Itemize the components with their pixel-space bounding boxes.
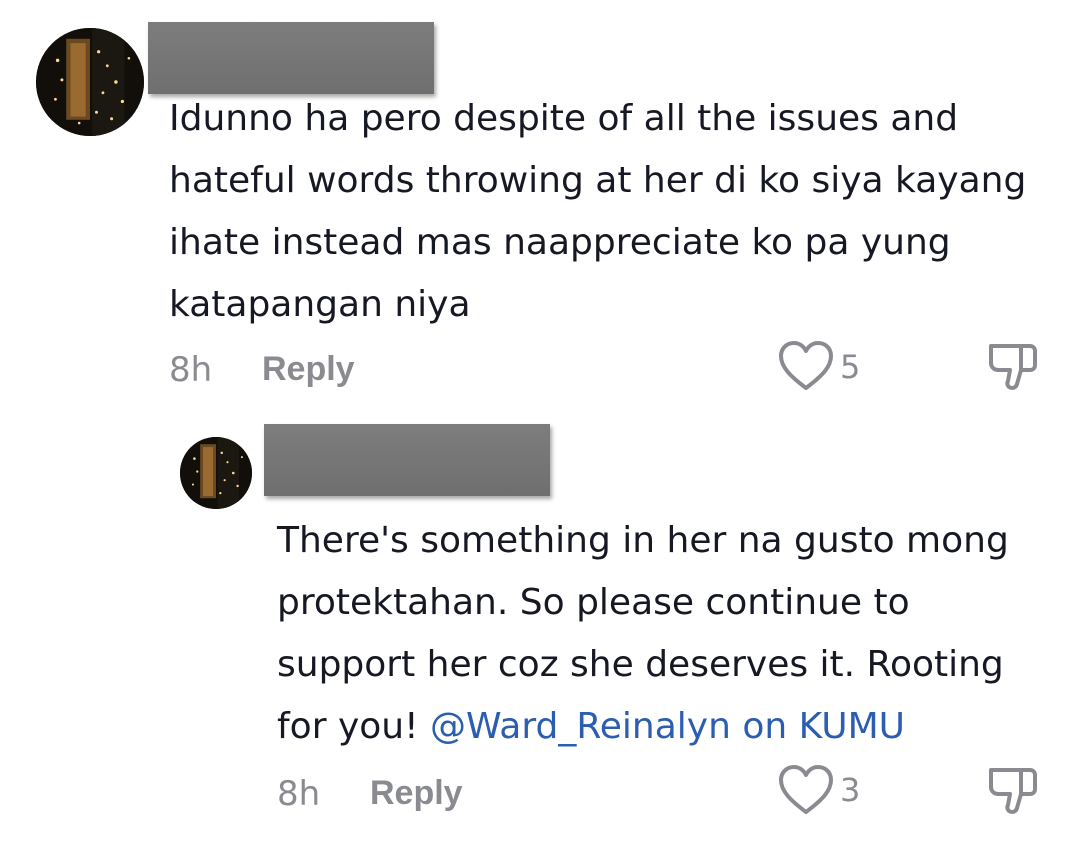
- username-redacted: [148, 22, 434, 94]
- mention-link[interactable]: @Ward_Reinalyn on KUMU: [430, 706, 905, 747]
- reply-text: There's something in her na gusto mong p…: [277, 510, 1057, 758]
- reply-avatar[interactable]: [180, 437, 252, 509]
- like-count: 3: [840, 771, 861, 809]
- thumbs-down-icon[interactable]: [986, 764, 1040, 816]
- avatar-image: [36, 28, 144, 136]
- username-redacted: [264, 424, 550, 496]
- comment-text: Idunno ha pero despite of all the issues…: [169, 98, 1027, 325]
- avatar[interactable]: [36, 28, 144, 136]
- reply-timestamp: 8h: [277, 774, 321, 814]
- reply-button[interactable]: Reply: [370, 774, 463, 813]
- heart-outline-icon[interactable]: [778, 340, 834, 392]
- comment-timestamp: 8h: [169, 350, 213, 390]
- heart-outline-icon[interactable]: [778, 764, 834, 816]
- reply-button[interactable]: Reply: [262, 350, 355, 389]
- thumbs-down-icon[interactable]: [986, 340, 1040, 392]
- like-count: 5: [840, 348, 861, 386]
- avatar-image: [180, 437, 252, 509]
